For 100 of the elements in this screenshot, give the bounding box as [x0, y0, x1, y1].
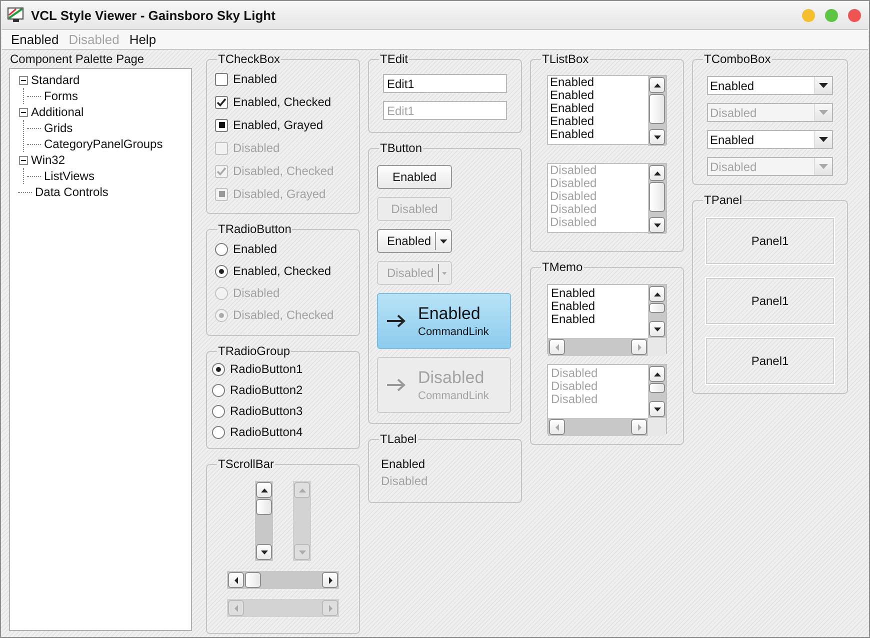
tree-item[interactable]: Win32 [31, 153, 66, 167]
scroll-down-button[interactable] [649, 321, 665, 337]
command-link-button[interactable]: Enabled CommandLink [377, 293, 511, 349]
list-item[interactable]: Enabled [550, 102, 646, 115]
scroll-up-button[interactable] [649, 77, 665, 93]
tree-item[interactable]: Standard [31, 73, 80, 87]
panel: Panel1 [705, 277, 835, 325]
radio-button[interactable] [215, 242, 228, 256]
scrollbar[interactable] [227, 571, 339, 589]
memo-text: Enabled Enabled Enabled [550, 285, 596, 328]
list-item[interactable]: Enabled [550, 128, 646, 141]
group-title: TComboBox [703, 52, 772, 66]
scrollbar[interactable] [648, 76, 666, 146]
radio-button[interactable] [212, 362, 225, 376]
radio-button[interactable] [212, 404, 225, 418]
scroll-up-button[interactable] [649, 286, 665, 302]
up-arrow-icon [654, 170, 660, 176]
scroll-thumb[interactable] [256, 499, 272, 515]
down-arrow-icon [654, 326, 660, 332]
combo-box[interactable]: Enabled [707, 130, 833, 149]
collapse-icon[interactable] [19, 156, 28, 164]
tree-item[interactable]: Grids [44, 121, 73, 135]
scroll-up-button[interactable] [256, 482, 272, 498]
list-item[interactable]: Enabled [550, 89, 646, 102]
caret-icon [440, 238, 447, 244]
close-button[interactable] [848, 8, 861, 22]
checkbox-label: Disabled [233, 141, 280, 155]
up-arrow-icon [654, 82, 660, 88]
group-title: TRadioButton [217, 222, 292, 236]
left-arrow-icon [232, 576, 240, 584]
scroll-thumb[interactable] [245, 572, 261, 588]
list-item[interactable]: Enabled [550, 76, 646, 89]
group-title: TListBox [541, 52, 590, 66]
label-text: Disabled [381, 474, 429, 488]
checkbox-label: Enabled, Checked [233, 95, 332, 109]
tree-item[interactable]: Additional [31, 105, 84, 119]
label-text: Enabled [381, 457, 426, 471]
radio-label: Disabled [233, 286, 280, 300]
panel: Panel1 [705, 217, 835, 265]
group-title: TScrollBar [217, 457, 276, 471]
down-arrow-icon [654, 134, 660, 140]
caret-icon [819, 83, 828, 88]
dropdown-button[interactable] [814, 77, 832, 94]
scrollbar-corner [648, 418, 666, 436]
list-item[interactable]: Enabled [550, 115, 646, 128]
checkbox[interactable] [215, 96, 228, 108]
group-title: TCheckBox [217, 52, 282, 66]
left-arrow-icon [554, 424, 560, 430]
radio-label: RadioButton2 [230, 383, 303, 397]
command-link-title: Enabled [418, 304, 482, 324]
group-title: TEdit [379, 52, 410, 66]
dropdown-button[interactable] [814, 131, 832, 148]
caret-icon [819, 164, 828, 169]
memo-box[interactable]: Enabled Enabled Enabled [547, 284, 667, 354]
scroll-down-button[interactable] [649, 129, 665, 145]
group-title: TRadioGroup [217, 344, 292, 358]
command-link-note: CommandLink [418, 390, 489, 402]
list-box[interactable]: Enabled Enabled Enabled Enabled Enabled [547, 75, 667, 145]
down-arrow-icon [654, 406, 660, 412]
monitor-icon [7, 7, 25, 23]
right-arrow-icon [636, 344, 642, 350]
right-arrow-icon [386, 378, 406, 392]
up-arrow-icon [260, 486, 268, 494]
up-arrow-icon [298, 486, 306, 494]
scroll-thumb[interactable] [649, 94, 665, 124]
scrollbar[interactable] [255, 481, 273, 561]
tree-item[interactable]: ListViews [44, 169, 94, 183]
down-arrow-icon [654, 222, 660, 228]
down-arrow-icon [298, 548, 306, 556]
scroll-left-button[interactable] [228, 572, 244, 588]
split-button[interactable]: Enabled [377, 229, 452, 253]
scrollbar[interactable] [648, 285, 666, 338]
menu-item[interactable]: Enabled [6, 32, 64, 47]
radio-button[interactable] [212, 384, 225, 396]
combo-box[interactable]: Enabled [707, 76, 833, 95]
down-arrow-icon [260, 548, 268, 556]
collapse-icon[interactable] [19, 76, 28, 84]
tree-item[interactable]: CategoryPanelGroups [44, 137, 163, 151]
tree-item[interactable]: Data Controls [35, 185, 108, 199]
up-arrow-icon [654, 290, 660, 298]
radio-button[interactable] [215, 264, 228, 278]
radio-button[interactable] [212, 426, 225, 438]
text-field[interactable]: Edit1 [383, 74, 507, 93]
checkbox[interactable] [215, 118, 228, 132]
scroll-right-button[interactable] [322, 572, 338, 588]
group-title: TPanel [703, 193, 744, 207]
collapse-icon[interactable] [19, 108, 28, 116]
checkbox-label: Enabled [233, 72, 278, 86]
caret-icon [442, 270, 447, 276]
checkbox-label: Disabled, Grayed [233, 187, 326, 201]
menu-item[interactable]: Help [124, 32, 162, 47]
scroll-down-button[interactable] [256, 544, 272, 560]
radio-label: RadioButton4 [230, 425, 303, 439]
radio-label: Disabled, Checked [233, 308, 334, 322]
push-button[interactable]: Enabled [377, 165, 452, 189]
up-arrow-icon [654, 370, 660, 378]
checkbox[interactable] [215, 72, 228, 86]
tree-item[interactable]: Forms [44, 89, 78, 103]
scroll-thumb[interactable] [649, 303, 665, 313]
left-arrow-icon [232, 604, 240, 612]
